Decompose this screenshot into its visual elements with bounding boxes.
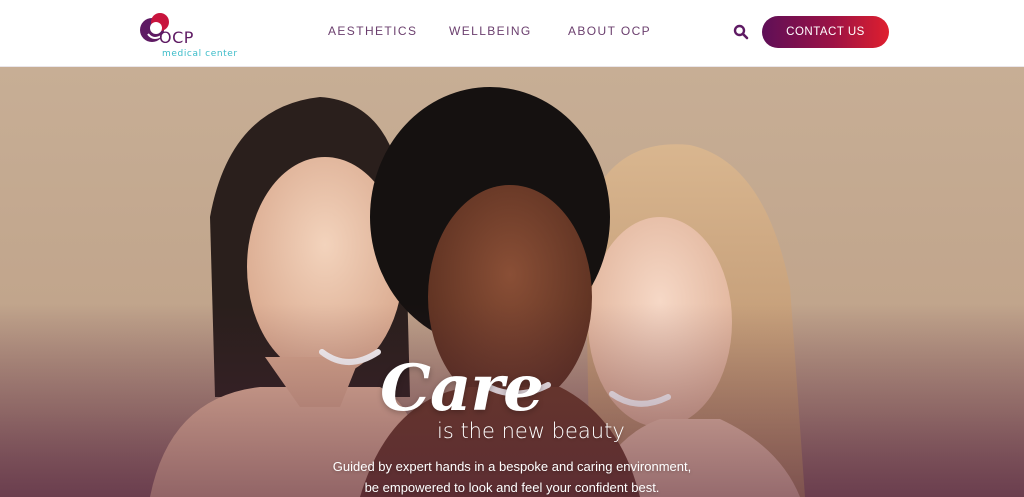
logo-wordmark: OCP bbox=[159, 28, 194, 47]
hero-subtitle-line-1: Guided by expert hands in a bespoke and … bbox=[332, 459, 692, 474]
nav-about-ocp[interactable]: ABOUT OCP bbox=[568, 24, 651, 38]
hero-tagline: is the new beauty bbox=[437, 419, 625, 443]
search-button[interactable] bbox=[733, 24, 749, 40]
hero-subtitle-line-2: be empowered to look and feel your confi… bbox=[364, 480, 660, 495]
site-logo[interactable]: OCP medical center bbox=[134, 8, 244, 60]
nav-aesthetics[interactable]: AESTHETICS bbox=[328, 24, 417, 38]
hero-title: Care bbox=[380, 351, 544, 426]
site-header: OCP medical center AESTHETICS WELLBEING … bbox=[0, 0, 1024, 67]
hero-subtitle: Guided by expert hands in a bespoke and … bbox=[300, 456, 724, 497]
logo-subtitle: medical center bbox=[162, 49, 238, 59]
search-icon bbox=[733, 24, 749, 40]
contact-us-button[interactable]: CONTACT US bbox=[762, 16, 889, 48]
hero-banner: Care is the new beauty Guided by expert … bbox=[0, 67, 1024, 497]
nav-wellbeing[interactable]: WELLBEING bbox=[449, 24, 532, 38]
